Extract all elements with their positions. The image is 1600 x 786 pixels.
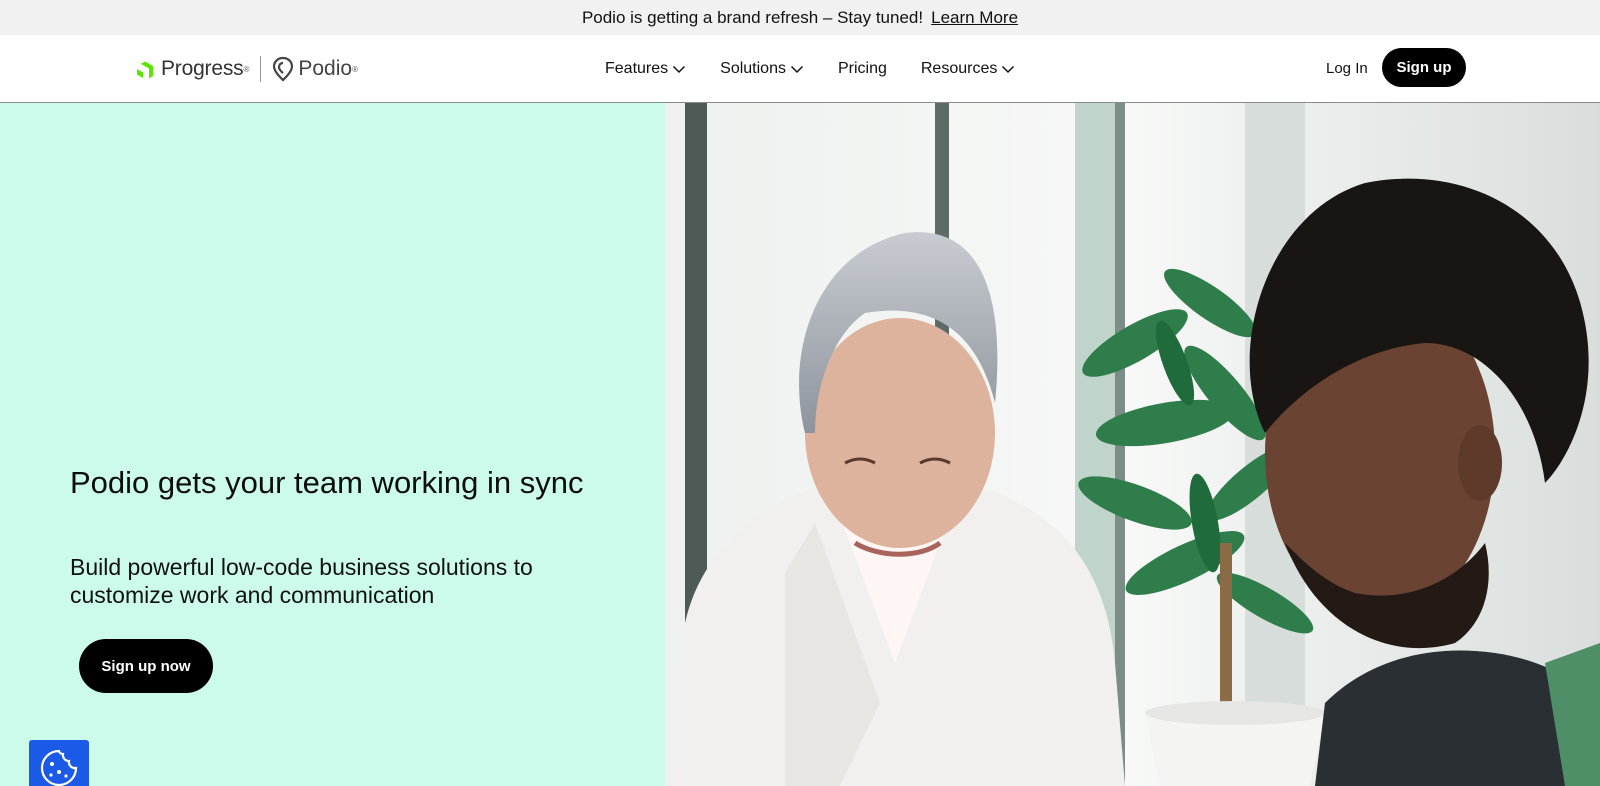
nav-solutions[interactable]: Solutions: [720, 60, 804, 78]
logo-podio-text: Podio: [298, 57, 353, 80]
main-nav: Features Solutions Pricing Resources: [605, 35, 1049, 103]
announcement-message: Podio is getting a brand refresh – Stay …: [581, 7, 924, 27]
registered-mark: ®: [243, 64, 250, 74]
progress-logo-icon: [137, 61, 153, 79]
logo[interactable]: Progress ® Podio ®: [133, 54, 358, 84]
logo-divider: [260, 56, 262, 82]
nav-solutions-label: Solutions: [720, 60, 786, 77]
login-link[interactable]: Log In: [1326, 60, 1368, 77]
learn-more-link[interactable]: Learn More: [931, 8, 1018, 28]
nav-pricing[interactable]: Pricing: [838, 60, 887, 78]
logo-progress-text: Progress: [161, 57, 244, 80]
nav-features-label: Features: [605, 60, 669, 77]
podio-pin-icon: [273, 56, 294, 82]
signup-now-button[interactable]: Sign up now: [79, 639, 213, 693]
nav-resources[interactable]: Resources: [921, 60, 1015, 78]
cookie-icon: [40, 749, 78, 786]
registered-mark: ®: [352, 64, 358, 74]
hero-photo: [665, 103, 1600, 786]
cookie-settings-button[interactable]: [29, 740, 89, 786]
hero-subtitle: Build powerful low-code business solutio…: [70, 554, 533, 608]
announcement-bar: Podio is getting a brand refresh – Stay …: [0, 0, 1600, 35]
chevron-down-icon: [790, 65, 803, 73]
site-header: Progress ® Podio ® Features Solutions Pr…: [0, 35, 1600, 103]
nav-pricing-label: Pricing: [837, 60, 887, 77]
chevron-down-icon: [673, 65, 686, 73]
hero-title: Podio gets your team working in sync: [70, 465, 584, 500]
nav-resources-label: Resources: [920, 60, 998, 77]
chevron-down-icon: [1002, 65, 1015, 73]
signup-button[interactable]: Sign up: [1382, 48, 1466, 87]
nav-features[interactable]: Features: [605, 60, 686, 78]
